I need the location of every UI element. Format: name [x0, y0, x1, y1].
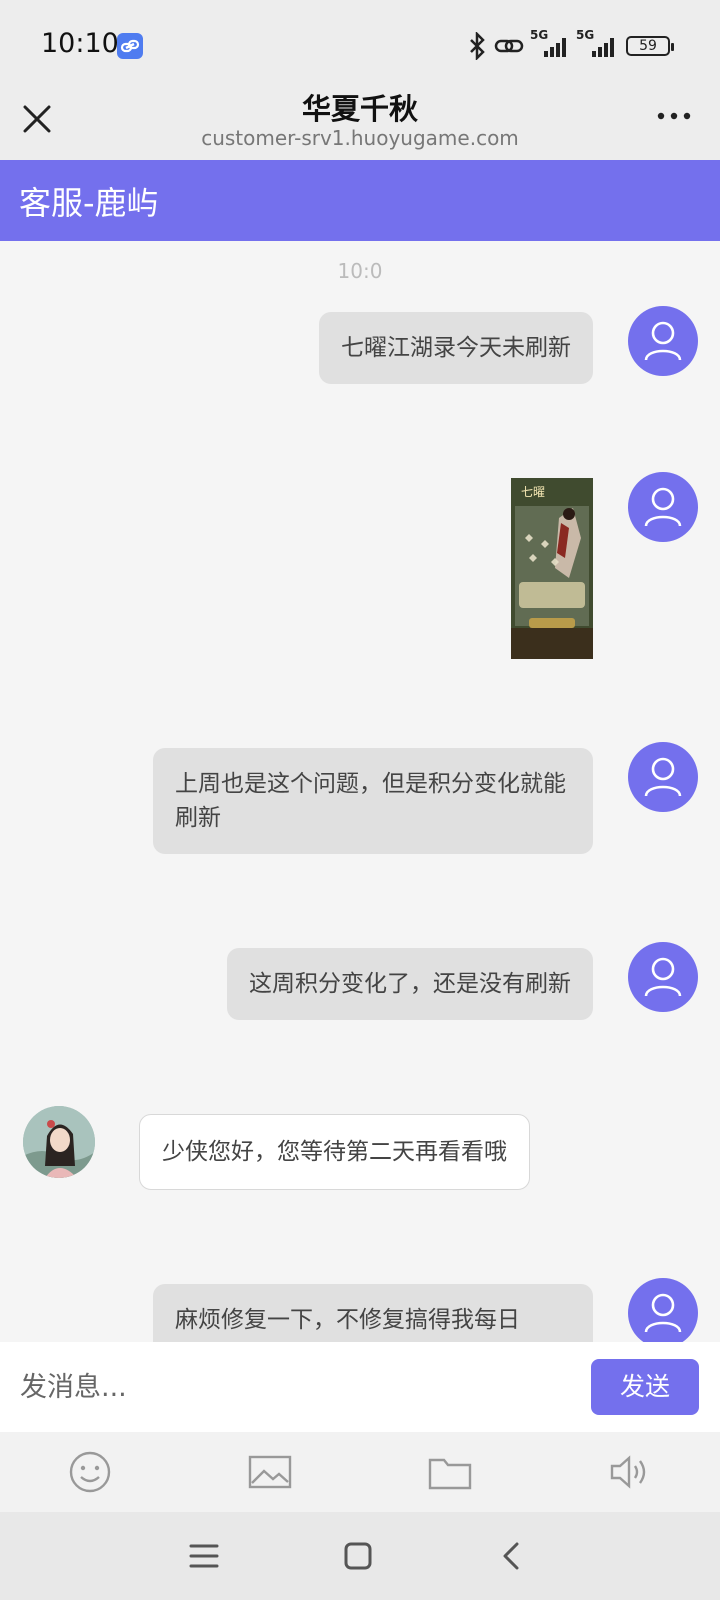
agent-name: 客服-鹿屿: [19, 184, 159, 222]
user-avatar[interactable]: [628, 472, 698, 542]
chat-timestamp: 10:0: [337, 259, 383, 283]
link-icon: [494, 39, 524, 53]
user-message-bubble[interactable]: 这周积分变化了，还是没有刷新: [227, 948, 593, 1020]
user-icon: [644, 757, 682, 797]
send-button[interactable]: 发送: [591, 1359, 699, 1415]
message-composer: 发送: [0, 1342, 720, 1432]
user-avatar[interactable]: [628, 1278, 698, 1342]
status-bar: 10:10 5G 5G 59: [0, 0, 720, 88]
nav-bar: 华夏千秋 customer-srv1.huoyugame.com: [0, 88, 720, 160]
user-message-bubble[interactable]: 麻烦修复一下，不修复搞得我每日: [153, 1284, 593, 1342]
agent-avatar[interactable]: [23, 1106, 95, 1178]
user-icon: [644, 1293, 682, 1333]
page-title: 华夏千秋: [301, 92, 418, 126]
home-icon[interactable]: [340, 1538, 376, 1574]
status-icons: 5G 5G 59: [466, 28, 674, 62]
signal-icon: 5G: [530, 28, 570, 60]
menu-icon[interactable]: [186, 1538, 222, 1574]
back-icon[interactable]: [494, 1538, 530, 1574]
user-message-image[interactable]: 七曜: [511, 478, 593, 659]
signal-icon-2: 5G: [576, 28, 620, 60]
page-url: customer-srv1.huoyugame.com: [201, 126, 519, 150]
system-navigation-bar: [0, 1512, 720, 1600]
agent-message-bubble[interactable]: 少侠您好，您等待第二天再看看哦: [139, 1114, 530, 1190]
user-avatar[interactable]: [628, 742, 698, 812]
user-message-bubble[interactable]: 上周也是这个问题，但是积分变化就能刷新: [153, 748, 593, 854]
link-app-icon: [117, 33, 143, 59]
folder-icon[interactable]: [427, 1450, 473, 1494]
more-options-icon[interactable]: [656, 106, 692, 126]
status-time: 10:10: [41, 28, 119, 59]
battery-indicator: 59: [626, 36, 674, 56]
user-avatar[interactable]: [628, 942, 698, 1012]
agent-header: 客服-鹿屿: [0, 160, 720, 241]
emoji-icon[interactable]: [67, 1450, 113, 1494]
image-icon[interactable]: [247, 1450, 293, 1494]
user-icon: [644, 321, 682, 361]
voice-icon[interactable]: [607, 1450, 653, 1494]
user-icon: [644, 957, 682, 997]
user-avatar[interactable]: [628, 306, 698, 376]
bluetooth-icon: [470, 32, 485, 60]
user-icon: [644, 487, 682, 527]
attachment-toolbar: [0, 1432, 720, 1512]
svg-text:七曜: 七曜: [521, 485, 545, 499]
message-input[interactable]: [20, 1364, 580, 1410]
user-message-bubble[interactable]: 七曜江湖录今天未刷新: [319, 312, 593, 384]
chat-area[interactable]: 10:0 七曜江湖录今天未刷新 七曜 上周也是这个问题，但是积分变化就能刷新 这…: [0, 241, 720, 1342]
